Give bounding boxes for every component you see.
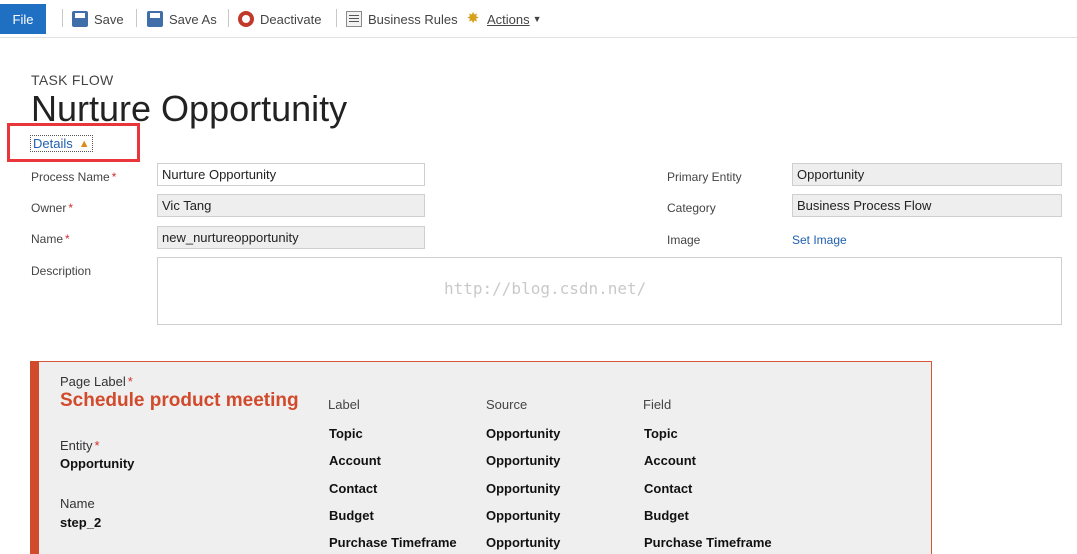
column-header-label: Label	[328, 397, 360, 412]
step-label-cell[interactable]: Purchase Timeframe	[329, 535, 457, 550]
process-name-field[interactable]: Nurture Opportunity	[157, 163, 425, 186]
toolbar-separator	[62, 9, 63, 27]
file-button[interactable]: File	[0, 4, 46, 34]
stage-entity-value: Opportunity	[60, 456, 135, 471]
business-rules-icon	[346, 11, 362, 27]
name-label-text: Name	[31, 232, 64, 246]
step-source-cell[interactable]: Opportunity	[486, 426, 560, 441]
stage-entity-label: Entity *	[60, 438, 100, 453]
deactivate-button[interactable]: Deactivate	[238, 8, 321, 30]
image-label: Image	[667, 233, 701, 247]
required-marker: *	[127, 374, 133, 389]
column-header-source: Source	[486, 397, 528, 412]
save-button[interactable]: Save	[72, 8, 124, 30]
deactivate-label: Deactivate	[260, 11, 322, 27]
required-marker: *	[65, 232, 70, 246]
step-field-cell[interactable]: Account	[644, 453, 696, 468]
step-field-cell[interactable]: Purchase Timeframe	[644, 535, 772, 550]
save-as-button[interactable]: Save As	[147, 8, 217, 30]
name-field[interactable]: new_nurtureopportunity	[157, 226, 425, 249]
save-as-icon	[147, 11, 163, 27]
category-label: Category	[667, 201, 716, 215]
save-icon	[72, 11, 88, 27]
step-label-cell[interactable]: Budget	[329, 508, 374, 523]
watermark: http://blog.csdn.net/	[444, 279, 647, 298]
step-source-cell[interactable]: Opportunity	[486, 508, 560, 523]
stage-accent-bar	[30, 361, 39, 554]
primary-entity-field[interactable]: Opportunity	[792, 163, 1062, 186]
page-label-label-text: Page Label	[60, 374, 126, 389]
save-as-label: Save As	[169, 11, 217, 27]
step-label-cell[interactable]: Topic	[329, 426, 363, 441]
toolbar-separator	[336, 9, 337, 27]
entity-type-label: TASK FLOW	[31, 72, 114, 88]
step-label-cell[interactable]: Contact	[329, 481, 377, 496]
stage-entity-label-text: Entity	[60, 438, 93, 453]
toolbar-separator	[136, 9, 137, 27]
toolbar-separator	[228, 9, 229, 27]
owner-label: Owner *	[31, 201, 73, 215]
step-field-cell[interactable]: Contact	[644, 481, 692, 496]
description-label: Description	[31, 264, 92, 278]
save-label: Save	[94, 11, 124, 27]
deactivate-icon	[238, 11, 254, 27]
stage-name-value: step_2	[60, 515, 102, 530]
chevron-down-icon: ▼	[532, 14, 542, 24]
actions-label: Actions	[487, 11, 530, 27]
chevron-up-icon: ▲	[78, 137, 90, 150]
column-header-field: Field	[643, 397, 672, 412]
set-image-link[interactable]: Set Image	[792, 233, 847, 247]
owner-label-text: Owner	[31, 201, 67, 215]
command-bar: File Save Save As Deactivate Business Ru…	[0, 0, 1077, 38]
business-rules-button[interactable]: Business Rules	[346, 8, 458, 30]
details-toggle[interactable]: Details ▲	[30, 135, 93, 152]
primary-entity-label: Primary Entity	[667, 170, 742, 184]
page-label-label: Page Label *	[60, 374, 133, 389]
process-name-label: Process Name *	[31, 170, 116, 184]
business-rules-label: Business Rules	[368, 11, 458, 27]
owner-field[interactable]: Vic Tang	[157, 194, 425, 217]
step-source-cell[interactable]: Opportunity	[486, 481, 560, 496]
required-marker: *	[111, 170, 117, 184]
category-field[interactable]: Business Process Flow	[792, 194, 1062, 217]
process-name-label-text: Process Name	[31, 170, 110, 184]
step-source-cell[interactable]: Opportunity	[486, 453, 560, 468]
name-label: Name *	[31, 232, 70, 246]
step-field-cell[interactable]: Budget	[644, 508, 689, 523]
required-marker: *	[94, 438, 100, 453]
actions-menu-button[interactable]: ✸ Actions ▼	[465, 8, 542, 30]
step-field-cell[interactable]: Topic	[644, 426, 678, 441]
step-label-cell[interactable]: Account	[329, 453, 381, 468]
stage-page-label-value[interactable]: Schedule product meeting	[60, 390, 299, 412]
stage-name-label: Name	[60, 496, 95, 511]
actions-icon: ✸	[466, 10, 480, 27]
required-marker: *	[68, 201, 74, 215]
step-source-cell[interactable]: Opportunity	[486, 535, 560, 550]
details-label: Details	[33, 136, 73, 151]
